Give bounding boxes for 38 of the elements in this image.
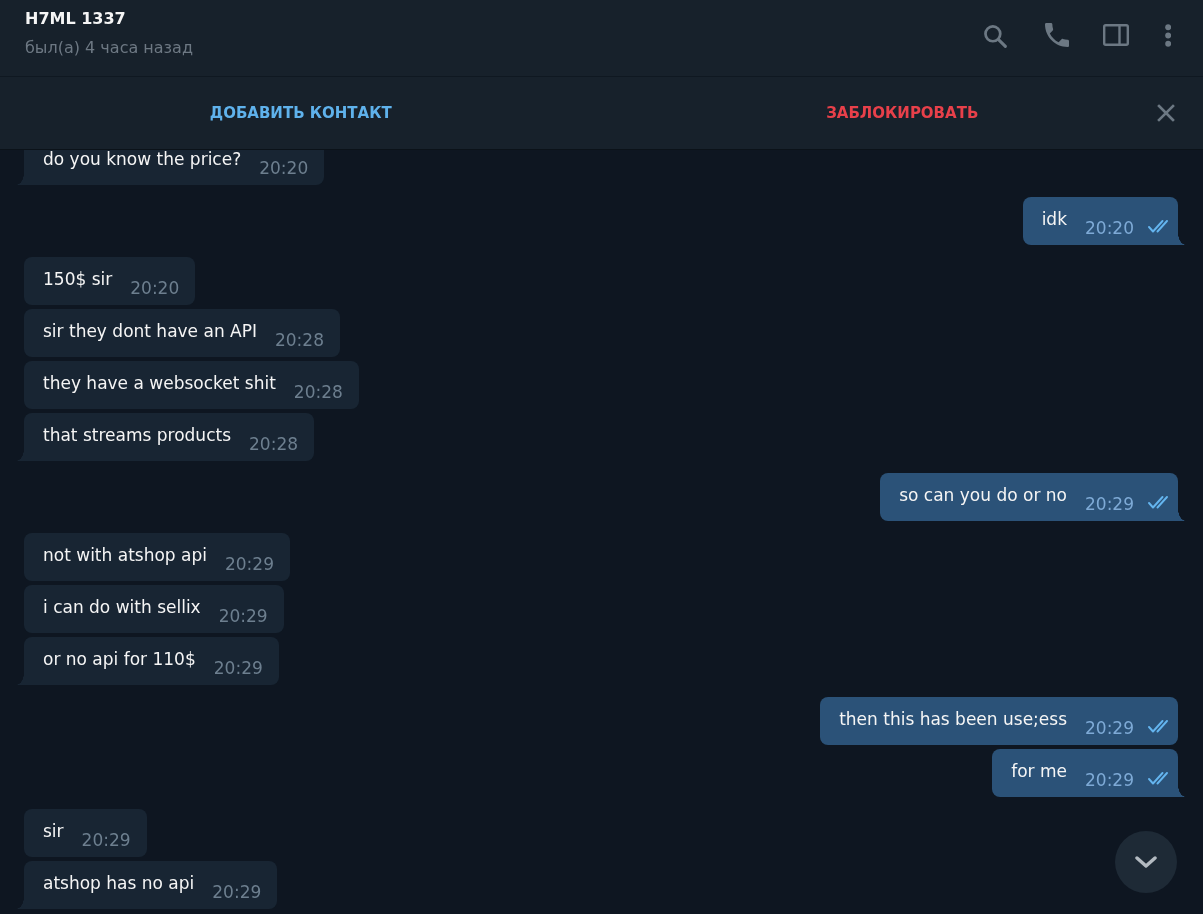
message-time: 20:29 — [212, 881, 262, 903]
message-time: 20:20 — [259, 157, 309, 179]
message-text: then this has been use;ess — [839, 708, 1067, 730]
phone-icon[interactable] — [1044, 23, 1069, 47]
message-text: that streams products — [43, 424, 231, 446]
message-time: 20:28 — [249, 433, 298, 455]
message-text: not with atshop api — [43, 544, 207, 566]
message-time: 20:20 — [130, 277, 180, 299]
message-text: they have a websocket shit — [43, 372, 276, 394]
message-time: 20:20 — [1085, 217, 1134, 239]
message-time: 20:29 — [1085, 717, 1134, 739]
message-time: 20:29 — [1085, 493, 1134, 515]
message-time: 20:29 — [1085, 769, 1134, 791]
last-seen-status: был(а) 4 часа назад — [25, 37, 193, 59]
message-time: 20:29 — [224, 553, 274, 575]
close-icon[interactable] — [1157, 104, 1175, 122]
message-text: for me — [1011, 760, 1067, 782]
message-text: do you know the price? — [43, 150, 242, 170]
message-text: so can you do or no — [899, 484, 1067, 506]
message-text: sir — [43, 820, 64, 842]
sidebar-toggle-icon[interactable] — [1102, 24, 1129, 46]
message-time: 20:29 — [81, 829, 131, 851]
chevron-down-icon — [1135, 856, 1157, 868]
message-time: 20:29 — [218, 605, 268, 627]
more-options-icon[interactable] — [1164, 23, 1171, 47]
message-text: idk — [1041, 208, 1067, 230]
contact-name: H7ML 1337 — [25, 9, 126, 29]
message-text: atshop has no api — [43, 872, 195, 894]
message-time: 20:28 — [275, 329, 324, 351]
message-text: 150$ sir — [43, 268, 113, 290]
message-text: sir they dont have an API — [43, 320, 257, 342]
message-time: 20:28 — [293, 381, 343, 403]
block-button[interactable]: ЗАБЛОКИРОВАТЬ — [826, 103, 979, 123]
message-text: or no api for 110$ — [43, 648, 196, 670]
add-contact-button[interactable]: ДОБАВИТЬ КОНТАКТ — [209, 103, 392, 123]
message-text: i can do with sellix — [43, 596, 201, 618]
message-time: 20:29 — [213, 657, 263, 679]
search-icon[interactable] — [981, 22, 1007, 48]
